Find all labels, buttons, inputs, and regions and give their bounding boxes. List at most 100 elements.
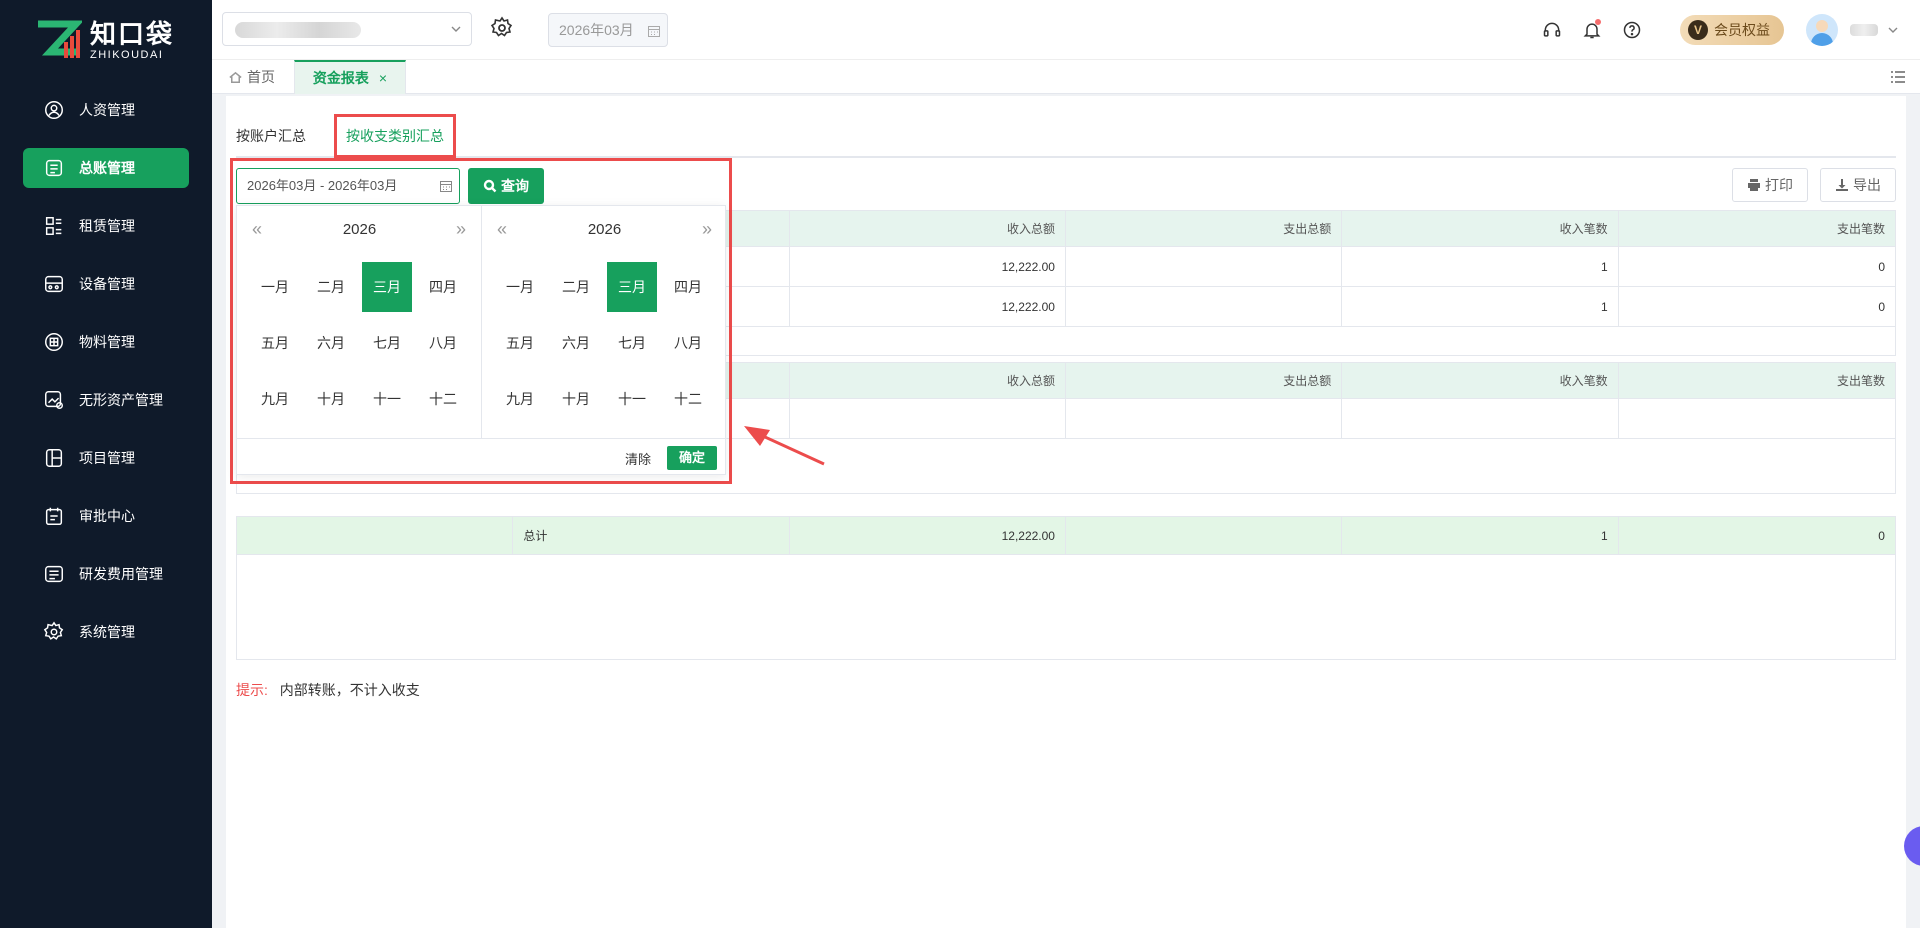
month-cell[interactable]: 四月 — [415, 262, 471, 312]
picker-footer: 清除 确定 — [237, 438, 727, 476]
tab-fund-report-label: 资金报表 — [312, 70, 369, 86]
total-expense-total — [1066, 517, 1343, 554]
month-cell[interactable]: 二月 — [548, 262, 604, 312]
month-cell[interactable]: 四月 — [660, 262, 716, 312]
list-menu-icon[interactable] — [1890, 70, 1906, 84]
month-cell[interactable]: 五月 — [247, 318, 303, 368]
col-income-count: 收入笔数 — [1342, 211, 1619, 246]
picker-left-panel: « 2026 » 一月 二月 三月 四月 五月 六月 七月 八月 九月 十月 十… — [237, 206, 482, 438]
month-cell[interactable]: 八月 — [660, 318, 716, 368]
month-cell-selected[interactable]: 三月 — [604, 262, 660, 312]
rd-expense-icon — [43, 563, 65, 585]
confirm-button[interactable]: 确定 — [667, 446, 717, 470]
sidebar-item-intangible[interactable]: 无形资产管理 — [23, 380, 189, 420]
sidebar-item-system[interactable]: 系统管理 — [23, 612, 189, 652]
subtab-by-account[interactable]: 按账户汇总 — [236, 126, 306, 146]
sidebar-item-lease[interactable]: 租赁管理 — [23, 206, 189, 246]
month-cell[interactable]: 十二 — [415, 374, 471, 424]
month-cell-selected[interactable]: 三月 — [359, 262, 415, 312]
user-circle-icon — [43, 99, 65, 121]
sidebar-item-device[interactable]: 设备管理 — [23, 264, 189, 304]
col-expense-count: 支出笔数 — [1836, 374, 1885, 388]
user-name-blurred[interactable] — [1850, 24, 1878, 36]
col-income-count: 收入笔数 — [1342, 363, 1619, 398]
month-cell[interactable]: 九月 — [247, 374, 303, 424]
tab-fund-report[interactable]: 资金报表 × — [294, 60, 406, 94]
clear-button[interactable]: 清除 — [625, 449, 651, 468]
bell-icon[interactable] — [1582, 19, 1602, 40]
month-cell[interactable]: 七月 — [359, 318, 415, 368]
month-cell[interactable]: 十一 — [604, 374, 660, 424]
calendar-icon — [440, 181, 452, 192]
total-row: 总计 12,222.00 1 0 — [237, 517, 1895, 555]
total-expense-count: 0 — [1878, 529, 1885, 543]
date-range-input[interactable]: 2026年03月 - 2026年03月 — [236, 168, 460, 204]
month-cell[interactable]: 八月 — [415, 318, 471, 368]
period-input[interactable]: 2026年03月 — [548, 13, 668, 47]
month-cell[interactable]: 十二 — [660, 374, 716, 424]
month-cell[interactable]: 六月 — [548, 318, 604, 368]
export-label: 导出 — [1853, 177, 1881, 193]
help-icon[interactable] — [1622, 20, 1642, 40]
vip-benefits-button[interactable]: V 会员权益 — [1680, 15, 1784, 45]
col-income-total: 收入总额 — [790, 211, 1066, 246]
headset-icon[interactable] — [1542, 20, 1562, 40]
cell-income-total: 12,222.00 — [790, 287, 1066, 326]
sidebar-item-ledger[interactable]: 总账管理 — [23, 148, 189, 188]
company-select[interactable] — [222, 12, 472, 46]
tab-home-label: 首页 — [247, 69, 275, 85]
sidebar-item-project[interactable]: 项目管理 — [23, 438, 189, 478]
material-icon — [43, 331, 65, 353]
sidebar-item-material[interactable]: 物料管理 — [23, 322, 189, 362]
month-cell[interactable]: 六月 — [303, 318, 359, 368]
chevron-down-icon — [451, 26, 461, 32]
left-year: 2026 — [342, 221, 377, 238]
cell-expense-total — [1066, 247, 1343, 286]
month-cell[interactable]: 一月 — [247, 262, 303, 312]
month-cell[interactable]: 五月 — [492, 318, 548, 368]
month-cell[interactable]: 十月 — [548, 374, 604, 424]
export-button[interactable]: 导出 — [1820, 168, 1896, 202]
chevron-down-icon[interactable] — [1886, 23, 1900, 37]
brand-name: 知口袋 — [90, 19, 175, 49]
total-income-count: 1 — [1342, 517, 1619, 554]
vip-icon: V — [1688, 20, 1708, 40]
chat-widget-icon[interactable] — [1904, 826, 1920, 866]
project-icon — [43, 447, 65, 469]
avatar[interactable] — [1806, 14, 1838, 46]
date-range-value: 2026年03月 - 2026年03月 — [247, 178, 398, 193]
month-cell[interactable]: 十一 — [359, 374, 415, 424]
period-value: 2026年03月 — [559, 22, 634, 38]
tab-home[interactable]: 首页 — [228, 60, 275, 94]
sidebar-item-label: 审批中心 — [79, 508, 135, 524]
sidebar-item-hr[interactable]: 人资管理 — [23, 90, 189, 130]
ledger-icon — [43, 157, 65, 179]
summary-total-table: 总计 12,222.00 1 0 — [236, 516, 1896, 660]
sidebar-item-label: 研发费用管理 — [79, 566, 163, 582]
month-cell[interactable]: 七月 — [604, 318, 660, 368]
print-button[interactable]: 打印 — [1732, 168, 1808, 202]
annotation-arrow-icon — [744, 426, 825, 466]
query-button[interactable]: 查询 — [468, 168, 544, 204]
month-cell[interactable]: 九月 — [492, 374, 548, 424]
brand-name-en: ZHIKOUDAI — [90, 49, 164, 61]
cell-expense-total — [1066, 287, 1343, 326]
month-cell[interactable]: 一月 — [492, 262, 548, 312]
month-cell[interactable]: 十月 — [303, 374, 359, 424]
tip-content: 内部转账，不计入收支 — [279, 682, 420, 698]
sidebar-item-rd[interactable]: 研发费用管理 — [23, 554, 189, 594]
next-year-button[interactable]: » — [697, 218, 717, 242]
cell-income-count: 1 — [1342, 287, 1619, 326]
sidebar-menu: 人资管理 总账管理 租赁管理 设备管理 物料管理 无形资产管理 项目管理 审批中… — [0, 90, 212, 670]
next-year-button[interactable]: » — [451, 218, 471, 242]
total-income-total: 12,222.00 — [790, 517, 1066, 554]
sidebar-item-label: 总账管理 — [79, 160, 135, 176]
print-label: 打印 — [1765, 177, 1793, 193]
month-cell[interactable]: 二月 — [303, 262, 359, 312]
approval-icon — [43, 505, 65, 527]
download-icon — [1836, 179, 1848, 191]
sidebar-item-approval[interactable]: 审批中心 — [23, 496, 189, 536]
close-icon[interactable]: × — [379, 70, 387, 86]
settings-gear-icon[interactable] — [490, 16, 516, 42]
notification-dot — [1595, 19, 1601, 25]
